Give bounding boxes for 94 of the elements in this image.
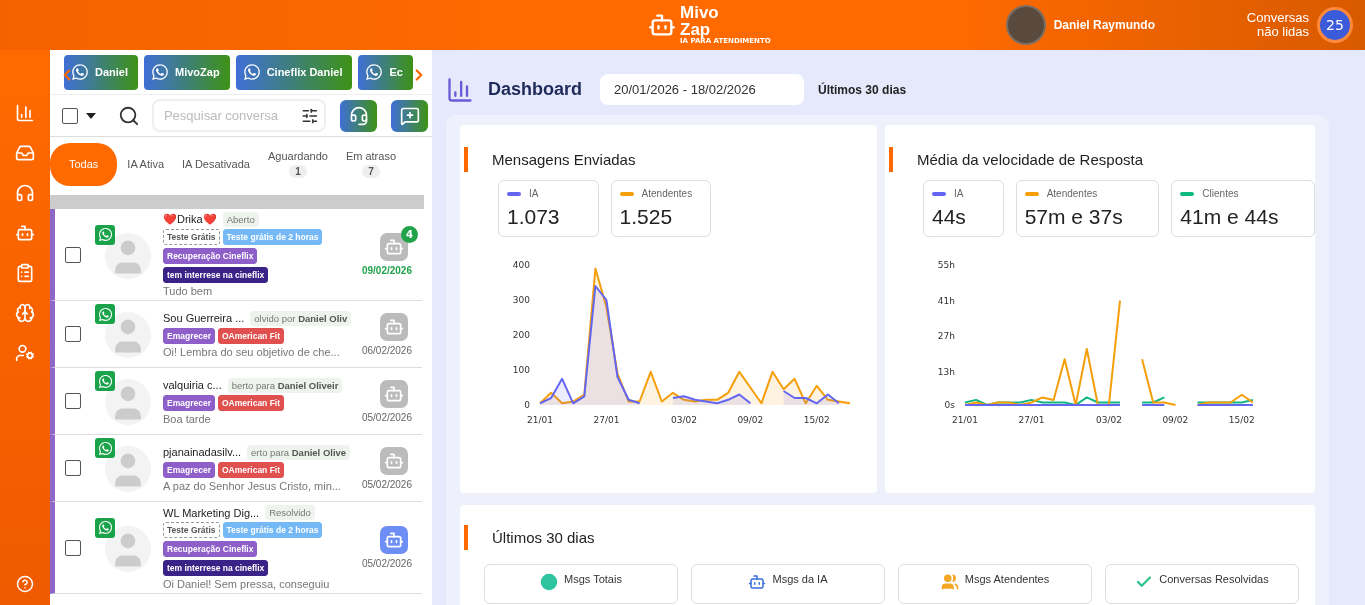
message-date: 06/02/2026 <box>361 344 412 356</box>
tag: Recuperação Cineflix <box>163 248 258 264</box>
tag: Teste Grátis <box>163 522 220 538</box>
filter-tab[interactable]: IA Desativada <box>174 142 258 186</box>
contact-name: valquiria c... <box>163 379 222 391</box>
status-label: olvido por Daniel Oliv <box>250 310 352 326</box>
message-date: 05/02/2026 <box>361 558 412 569</box>
stat-label: Conversas Resolvidas <box>1159 573 1269 585</box>
contact-name: ❤Drika❤ <box>163 213 217 226</box>
stat-label: Msgs Atendentes <box>964 573 1050 585</box>
message-preview: A paz do Senhor Jesus Cristo, min... <box>163 479 342 492</box>
message-preview: Boa tarde <box>163 412 212 425</box>
card-title: Média da velocidade de Resposta <box>889 147 1315 172</box>
tag: Emagrecer <box>163 461 215 478</box>
account-tab[interactable]: MivoZap <box>144 54 230 90</box>
conversation-item[interactable]: Sou Guerreira ... olvido por Daniel Oliv Emagrecer OAmerican Fit Oi! Lembra do seu objetivo de che... 06/02/2026 <box>50 301 422 368</box>
filter-tab[interactable]: Em atraso 7 <box>337 142 405 186</box>
axis-label: 09/02 <box>1162 415 1189 425</box>
conversation-item[interactable]: WL Marketing Dig... Resolvido Teste Grátis Teste grátis de 2 horas Recuperação Cineflix tem interrese na cineflix Oi Daniel! Sem pressa, conseguiu 05/02/2026 <box>50 502 422 594</box>
tag: Teste Grátis <box>163 229 220 245</box>
axis-label: 0s <box>944 400 955 410</box>
tag: OAmerican Fit <box>217 394 285 411</box>
stat-label: IA <box>529 188 539 199</box>
tag: OAmerican Fit <box>217 461 285 478</box>
tag: Recuperação Cineflix <box>163 541 258 557</box>
axis-label: 100 <box>512 365 530 375</box>
stat-label: Msgs Totais <box>564 573 622 585</box>
axis-label: 15/02 <box>803 415 830 425</box>
conversation-item[interactable]: ❤Drika❤ Aberto Teste Grátis Teste grátis de 2 horas Recuperação Cineflix tem interrese na cineflix Tudo bem 4 09/02/2026 <box>50 209 422 301</box>
stat-label: Msgs da IA <box>772 573 828 585</box>
tag: Teste grátis de 2 horas <box>222 229 323 245</box>
axis-label: 41h <box>937 295 955 306</box>
axis-label: 27h <box>937 331 955 342</box>
search-field[interactable]: Pesquisar conversa <box>151 99 327 132</box>
tag: Emagrecer <box>163 327 215 344</box>
logo-text: Mivo <box>680 4 720 21</box>
tag: OAmerican Fit <box>217 327 285 344</box>
message-preview: Tudo bem <box>163 285 214 297</box>
axis-label: 15/02 <box>1228 415 1255 425</box>
status-label: berto para Daniel Oliveir <box>227 377 343 393</box>
status-label: erto para Daniel Olive <box>247 444 351 460</box>
logo-text: Zap <box>680 21 712 38</box>
stat-value: 41m e 44s <box>1180 205 1280 229</box>
axis-label: 300 <box>512 295 530 305</box>
axis-label: 27/01 <box>593 415 620 425</box>
filter-tab[interactable]: Aguardando 1 <box>259 142 336 186</box>
tag: tem interrese na cineflix <box>163 560 269 576</box>
axis-label: 55h <box>937 260 955 270</box>
tag: tem interrese na cineflix <box>163 267 269 283</box>
axis-label: 03/02 <box>670 415 697 425</box>
user-name: Daniel Raymundo <box>1053 18 1155 32</box>
stat-value: 1.525 <box>619 205 674 229</box>
date-range-field[interactable]: 20/01/2026 - 18/02/2026 <box>600 74 805 105</box>
stat-label: IA <box>954 188 964 199</box>
axis-label: 03/02 <box>1095 415 1122 425</box>
axis-label: 21/01 <box>527 415 553 425</box>
stat-value: 57m e 37s <box>1024 205 1124 229</box>
stat-label: Clientes <box>1202 188 1239 199</box>
status-label: Aberto <box>222 212 259 227</box>
account-tab[interactable]: Daniel <box>64 54 138 90</box>
message-date: 05/02/2026 <box>361 411 412 423</box>
axis-label: 0 <box>524 400 530 410</box>
period-label: Últimos 30 dias <box>818 82 907 97</box>
message-preview: Oi! Lembra do seu objetivo de che... <box>163 345 341 358</box>
contact-name: WL Marketing Dig... <box>163 506 260 519</box>
card-title: Últimos 30 dias <box>464 525 1315 550</box>
message-date: 09/02/2026 <box>361 265 412 276</box>
axis-label: 400 <box>512 260 530 270</box>
status-label: Resolvido <box>265 505 315 520</box>
unread-label: Conversas não lidas <box>1245 10 1309 40</box>
message-preview: Oi Daniel! Sem pressa, conseguiu <box>163 578 331 590</box>
card-title: Mensagens Enviadas <box>464 147 877 172</box>
axis-label: 27/01 <box>1018 415 1045 425</box>
contact-name: Sou Guerreira ... <box>163 312 245 324</box>
axis-label: 09/02 <box>737 415 764 425</box>
account-tab[interactable]: Cineflix Daniel <box>235 54 353 90</box>
tag: Teste grátis de 2 horas <box>222 522 323 538</box>
message-date: 05/02/2026 <box>361 478 412 490</box>
contact-name: pjanainadasilv... <box>163 446 242 458</box>
unread-count[interactable]: 25 <box>1317 7 1353 43</box>
axis-label: 21/01 <box>952 415 978 425</box>
axis-label: 200 <box>512 330 530 340</box>
axis-label: 13h <box>937 366 955 377</box>
conversation-item[interactable]: valquiria c... berto para Daniel Oliveir Emagrecer OAmerican Fit Boa tarde 05/02/2026 <box>50 368 422 435</box>
stat-value: 1.073 <box>507 205 561 229</box>
filter-tab[interactable]: IA Ativa <box>119 142 173 186</box>
conversation-item[interactable]: pjanainadasilv... erto para Daniel Olive Emagrecer OAmerican Fit A paz do Senhor Jesus Cristo, min... 05/02/2026 <box>50 435 422 502</box>
stat-label: Atendentes <box>641 188 693 199</box>
tag: Emagrecer <box>163 394 215 411</box>
account-tab[interactable]: Ec <box>358 54 413 90</box>
stat-value: 44s <box>932 205 967 229</box>
unread-badge: 4 <box>401 226 418 243</box>
stat-label: Atendentes <box>1046 188 1098 199</box>
page-title: Dashboard <box>488 79 583 100</box>
